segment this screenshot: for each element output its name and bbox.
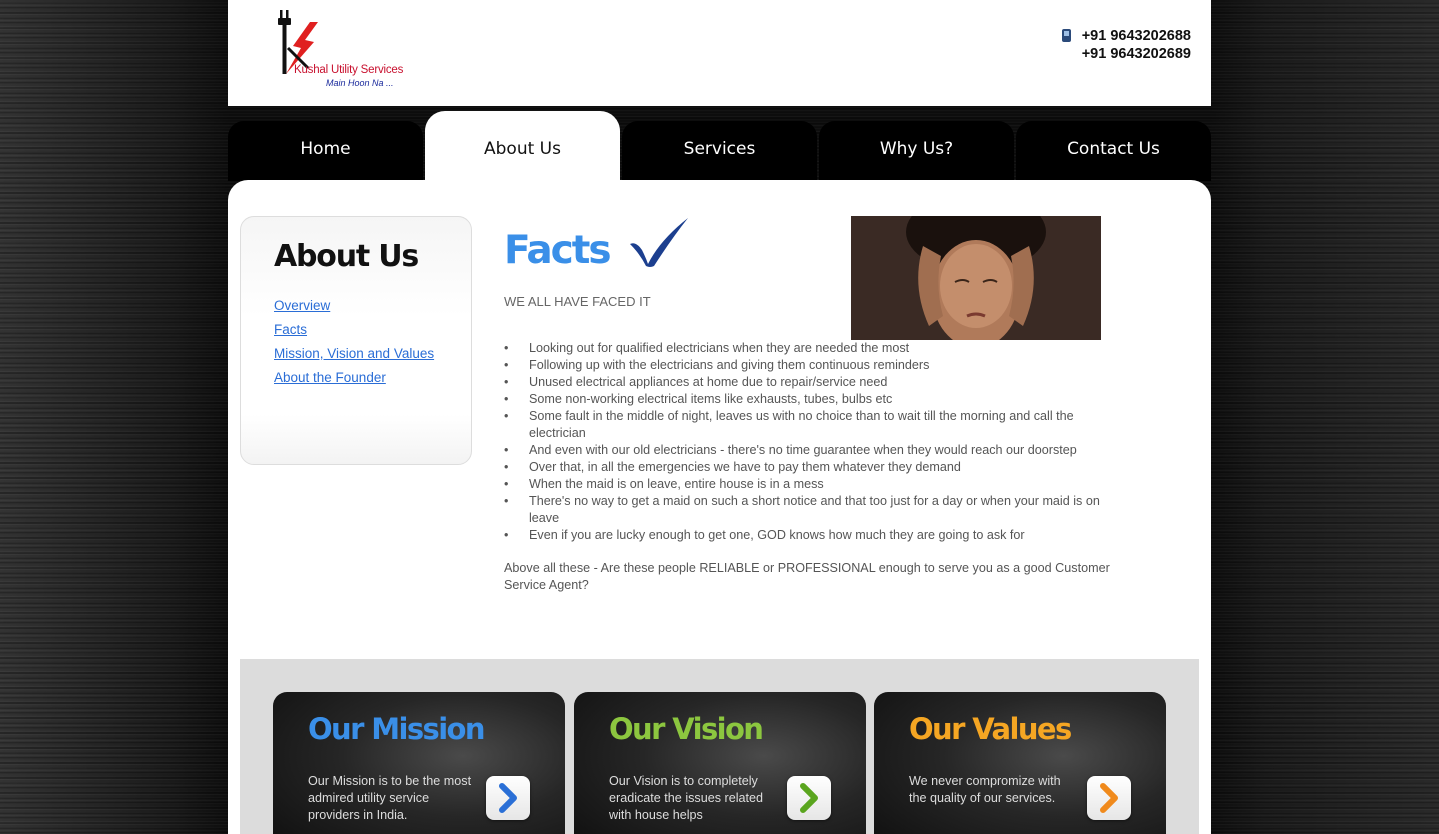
- mission-text: Our Mission is to be the most admired ut…: [308, 774, 472, 822]
- sidebar-links: Overview Facts Mission, Vision and Value…: [274, 294, 444, 390]
- sidebar-link-overview[interactable]: Overview: [274, 294, 444, 318]
- facts-list: Looking out for qualified electricians w…: [504, 340, 1124, 544]
- list-item: When the maid is on leave, entire house …: [504, 476, 1124, 493]
- chevron-right-icon: [1100, 783, 1118, 813]
- about-sidebar: About Us Overview Facts Mission, Vision …: [240, 216, 472, 465]
- list-item: Looking out for qualified electricians w…: [504, 340, 1124, 357]
- phone-number[interactable]: +91 9643202688: [1082, 27, 1191, 45]
- values-text: We never compromize with the quality of …: [909, 774, 1061, 805]
- headache-woman-image: [851, 216, 1101, 340]
- main-nav: Home About Us Services Why Us? Contact U…: [228, 111, 1211, 181]
- mission-vision-values-panel: Our Mission Our Mission is to be the mos…: [240, 659, 1199, 834]
- facts-intro: WE ALL HAVE FACED IT: [504, 294, 651, 309]
- sidebar-link-mission-vision-values[interactable]: Mission, Vision and Values: [274, 342, 444, 366]
- vision-title: Our Vision: [609, 712, 764, 746]
- vision-card: Our Vision Our Vision is to completely e…: [574, 692, 866, 834]
- sidebar-title: About Us: [274, 239, 419, 274]
- mission-title: Our Mission: [308, 712, 486, 746]
- mission-more-button[interactable]: [486, 776, 530, 820]
- page-title: Facts: [504, 228, 612, 273]
- brand-tagline: Main Hoon Na ...: [326, 78, 394, 88]
- nav-tab-services[interactable]: Services: [622, 121, 817, 181]
- mission-card: Our Mission Our Mission is to be the mos…: [273, 692, 565, 834]
- list-item: Over that, in all the emergencies we hav…: [504, 459, 1124, 476]
- nav-tab-home[interactable]: Home: [228, 121, 423, 181]
- phone-number[interactable]: +91 9643202689: [1082, 45, 1191, 63]
- nav-tab-contact-us[interactable]: Contact Us: [1016, 121, 1211, 181]
- list-item: Following up with the electricians and g…: [504, 357, 1124, 374]
- sidebar-link-facts[interactable]: Facts: [274, 318, 444, 342]
- values-card: Our Values We never compromize with the …: [874, 692, 1166, 834]
- closing-question: Above all these - Are these people RELIA…: [504, 561, 1110, 592]
- nav-tab-why-us[interactable]: Why Us?: [819, 121, 1014, 181]
- header: Kushal Utility Services Main Hoon Na ...…: [228, 0, 1211, 106]
- mobile-phone-icon: [1061, 29, 1071, 42]
- vision-more-button[interactable]: [787, 776, 831, 820]
- list-item: Some fault in the middle of night, leave…: [504, 408, 1124, 442]
- list-item: There's no way to get a maid on such a s…: [504, 493, 1124, 527]
- list-item: And even with our old electricians - the…: [504, 442, 1124, 459]
- nav-tab-about-us[interactable]: About Us: [425, 111, 620, 181]
- chevron-right-icon: [800, 783, 818, 813]
- values-more-button[interactable]: [1087, 776, 1131, 820]
- list-item: Some non-working electrical items like e…: [504, 391, 1124, 408]
- values-title: Our Values: [909, 712, 1072, 746]
- vision-text: Our Vision is to completely eradicate th…: [609, 774, 764, 822]
- checkmark-icon: [630, 218, 688, 267]
- list-item: Unused electrical appliances at home due…: [504, 374, 1124, 391]
- sidebar-link-about-founder[interactable]: About the Founder: [274, 366, 444, 390]
- phone-numbers: +91 9643202688 +91 9643202689: [1061, 27, 1191, 63]
- headache-woman-illustration: [851, 216, 1101, 340]
- content-area: About Us Overview Facts Mission, Vision …: [228, 180, 1211, 834]
- brand-name: Kushal Utility Services: [294, 64, 404, 76]
- list-item: Even if you are lucky enough to get one,…: [504, 527, 1124, 544]
- logo[interactable]: Kushal Utility Services Main Hoon Na ...: [274, 8, 434, 90]
- chevron-right-icon: [499, 783, 517, 813]
- page: Kushal Utility Services Main Hoon Na ...…: [228, 0, 1211, 834]
